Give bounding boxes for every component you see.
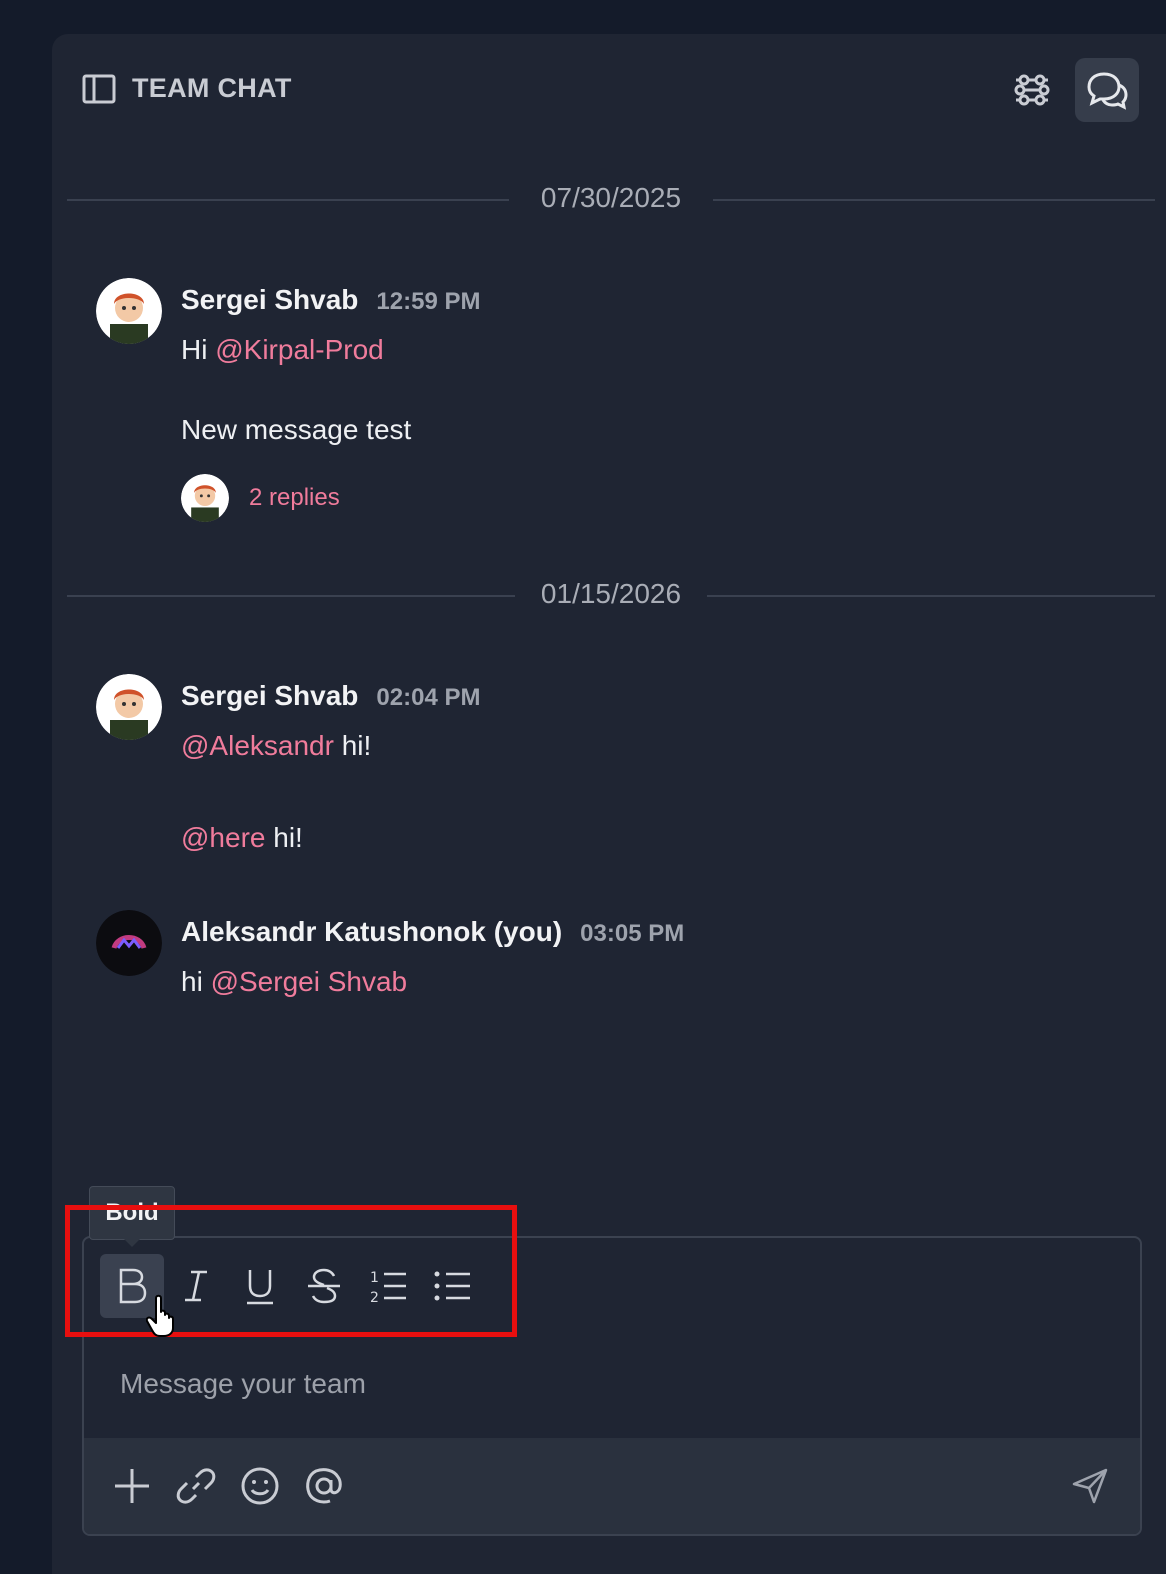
avatar: [181, 474, 229, 522]
svg-text:1: 1: [370, 1270, 379, 1286]
emoji-button[interactable]: [230, 1456, 290, 1516]
svg-text:2: 2: [370, 1290, 379, 1306]
message-time: 03:05 PM: [580, 920, 685, 947]
numbered-list-button[interactable]: 12: [356, 1254, 420, 1318]
mention-link[interactable]: @Aleksandr: [181, 730, 334, 761]
message-text: hi @Sergei Shvab: [181, 966, 408, 997]
replies-count: 2 replies: [249, 484, 340, 511]
bold-tooltip: Bold: [89, 1186, 175, 1240]
message-author: Aleksandr Katushonok (you) 03:05 PM: [181, 916, 685, 947]
message-item: Sergei Shvab 12:59 PM Hi @Kirpal-Prod New…: [96, 278, 1096, 538]
bulleted-list-icon: [434, 1271, 470, 1301]
message-author: Sergei Shvab 02:04 PM: [181, 680, 481, 711]
at-sign-icon: [306, 1468, 342, 1504]
underline-icon: [247, 1270, 273, 1305]
date-label: 01/15/2026: [516, 578, 706, 610]
filter-button[interactable]: [1000, 58, 1064, 122]
chat-bubbles-icon: [1087, 72, 1128, 110]
hand-cursor-icon: [145, 1294, 182, 1338]
chat-view-button[interactable]: [1075, 58, 1139, 122]
message-time: 12:59 PM: [376, 288, 481, 315]
composer-actions: [84, 1438, 1140, 1534]
tooltip-arrow: [122, 1237, 142, 1247]
date-divider: 01/15/2026: [67, 578, 1155, 614]
message-composer: 12 Message your team: [82, 1236, 1142, 1536]
mention-button[interactable]: [294, 1456, 354, 1516]
message-item: Sergei Shvab 02:04 PM @Aleksandr hi! @her…: [96, 674, 1096, 874]
italic-icon: [185, 1270, 207, 1302]
message-text: New message test: [181, 414, 412, 445]
message-item: Aleksandr Katushonok (you) 03:05 PM hi @S…: [96, 910, 1096, 1020]
date-label: 07/30/2025: [516, 182, 706, 214]
avatar[interactable]: [96, 278, 162, 344]
chat-header: TEAM CHAT: [52, 34, 1166, 146]
insert-link-button[interactable]: [166, 1456, 226, 1516]
page-title: TEAM CHAT: [132, 73, 292, 103]
avatar[interactable]: [96, 674, 162, 740]
send-icon: [1072, 1468, 1108, 1504]
send-button[interactable]: [1060, 1456, 1120, 1516]
avatar[interactable]: [96, 910, 162, 976]
date-divider: 07/30/2025: [67, 182, 1155, 218]
message-text: Hi @Kirpal-Prod: [181, 334, 384, 365]
message-time: 02:04 PM: [376, 684, 481, 711]
link-icon: [176, 1468, 216, 1504]
message-text: @here hi!: [181, 822, 303, 853]
strikethrough-button[interactable]: [292, 1254, 356, 1318]
mention-link[interactable]: @Kirpal-Prod: [215, 334, 383, 365]
bulleted-list-button[interactable]: [420, 1254, 484, 1318]
mention-link[interactable]: @Sergei Shvab: [211, 966, 408, 997]
message-input[interactable]: Message your team: [120, 1368, 366, 1400]
sidebar-toggle-icon[interactable]: [82, 74, 116, 104]
plus-icon: [115, 1469, 149, 1503]
thread-replies-link[interactable]: 2 replies: [181, 474, 340, 522]
numbered-list-icon: 12: [370, 1270, 406, 1306]
message-author: Sergei Shvab 12:59 PM: [181, 284, 481, 315]
message-text: @Aleksandr hi!: [181, 730, 372, 761]
emoji-icon: [241, 1467, 279, 1505]
add-attachment-button[interactable]: [102, 1456, 162, 1516]
mention-link[interactable]: @here: [181, 822, 265, 853]
underline-button[interactable]: [228, 1254, 292, 1318]
strikethrough-icon: [308, 1268, 340, 1304]
bold-icon: [119, 1268, 147, 1304]
filter-icon: [1014, 74, 1050, 106]
